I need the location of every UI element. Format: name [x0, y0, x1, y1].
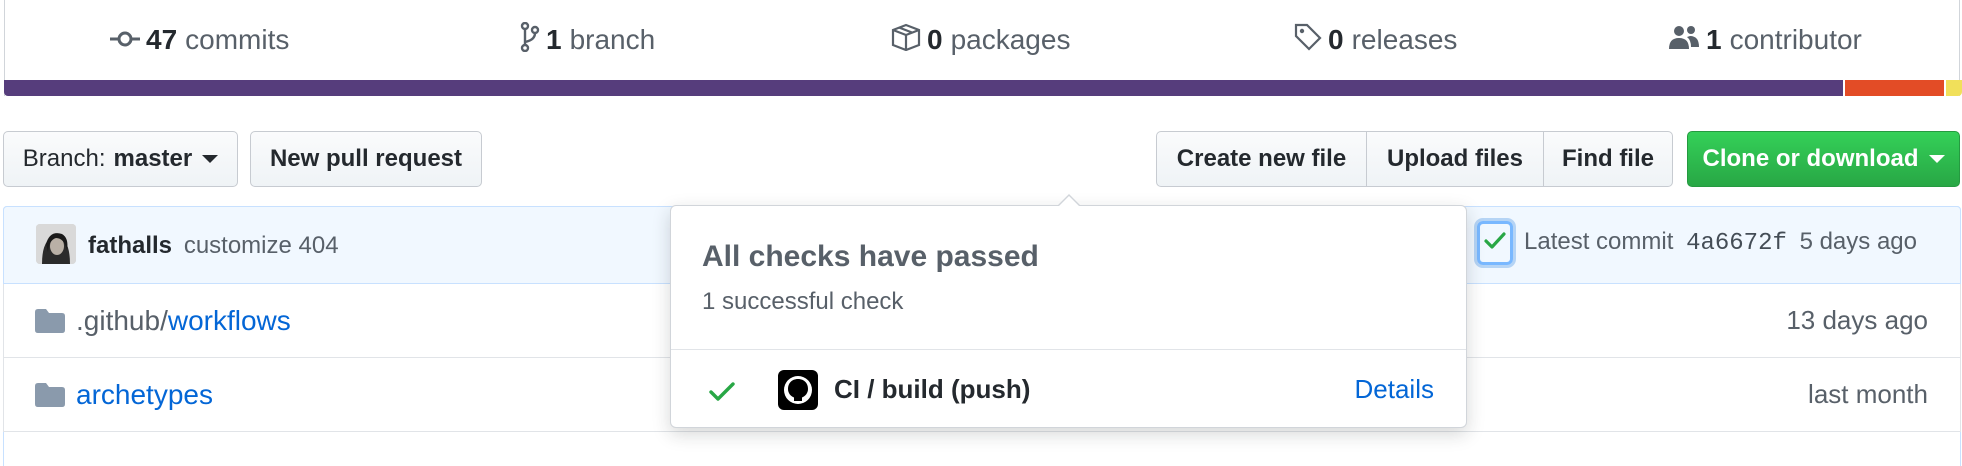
file-age: last month [1808, 379, 1928, 409]
commit-icon [110, 24, 140, 56]
contributors-label: contributor [1729, 24, 1862, 55]
branch-select-button[interactable]: Branch: master [3, 131, 238, 187]
latest-commit-label: Latest commit [1524, 228, 1674, 255]
commits-link[interactable]: 47 commits [110, 20, 289, 60]
language-segment[interactable] [4, 80, 1843, 96]
check-name: CI / build (push) [834, 374, 1031, 404]
language-segment[interactable] [1842, 80, 1945, 96]
branches-count: 1 [546, 24, 562, 55]
tag-icon [1294, 23, 1322, 58]
check-status-button[interactable] [1477, 221, 1513, 265]
branch-name: master [113, 145, 193, 172]
file-name-link[interactable]: archetypes [76, 379, 213, 411]
new-pull-request-label: New pull request [269, 145, 463, 172]
packages-label: packages [950, 24, 1071, 55]
file-name-link[interactable]: .github/workflows [76, 305, 291, 337]
clone-or-download-label: Clone or download [1702, 145, 1919, 172]
avatar[interactable] [36, 224, 76, 264]
branches-label: branch [569, 24, 656, 55]
find-file-button[interactable]: Find file [1543, 131, 1673, 187]
caret-down-icon [202, 155, 219, 163]
file-name: archetypes [76, 379, 213, 410]
commit-sha-link[interactable]: 4a6672f [1686, 230, 1787, 257]
commit-message-link[interactable]: customize 404 [184, 232, 339, 259]
packages-link[interactable]: 0 packages [891, 20, 1070, 60]
language-bar[interactable] [4, 80, 1962, 96]
github-actions-icon [778, 370, 818, 410]
commit-summary: fathalls customize 404 [88, 228, 339, 260]
people-icon [1668, 24, 1700, 57]
commits-count: 47 [146, 24, 178, 55]
create-new-file-button[interactable]: Create new file [1156, 131, 1367, 187]
new-pull-request-button[interactable]: New pull request [250, 131, 482, 187]
commit-author-link[interactable]: fathalls [88, 232, 172, 259]
releases-link[interactable]: 0 releases [1294, 20, 1457, 60]
find-file-label: Find file [1562, 145, 1654, 172]
create-new-file-label: Create new file [1176, 145, 1347, 172]
contributors-link[interactable]: 1 contributor [1668, 20, 1862, 60]
commits-label: commits [185, 24, 290, 55]
popover-subtitle: 1 successful check [702, 288, 904, 315]
checks-popover: All checks have passed 1 successful chec… [670, 194, 1467, 428]
releases-label: releases [1351, 24, 1458, 55]
branches-link[interactable]: 1 branch [520, 20, 655, 60]
branch-prefix: Branch: [22, 145, 106, 172]
latest-commit-info: Latest commit 4a6672f 5 days ago [1524, 228, 1917, 257]
popover-divider [671, 349, 1466, 350]
upload-files-button[interactable]: Upload files [1366, 131, 1544, 187]
file-path-prefix: .github/ [76, 305, 168, 336]
contributors-count: 1 [1706, 24, 1722, 55]
clone-or-download-button[interactable]: Clone or download [1687, 131, 1960, 187]
branch-icon [520, 21, 540, 59]
commit-age: 5 days ago [1799, 228, 1917, 255]
check-icon [1484, 231, 1506, 255]
file-name: workflows [167, 305, 291, 336]
file-actions-button-group: Create new file Upload files Find file [1156, 131, 1673, 187]
package-icon [891, 23, 921, 58]
check-details-link[interactable]: Details [1355, 374, 1434, 405]
file-age: 13 days ago [1786, 305, 1928, 335]
caret-down-icon [1928, 155, 1945, 163]
folder-icon [35, 309, 65, 338]
folder-icon [35, 383, 65, 412]
check-success-icon [709, 382, 735, 407]
language-segment[interactable] [1944, 80, 1962, 96]
packages-count: 0 [927, 24, 943, 55]
popover-title: All checks have passed [702, 240, 1039, 273]
upload-files-label: Upload files [1386, 145, 1524, 172]
releases-count: 0 [1328, 24, 1344, 55]
